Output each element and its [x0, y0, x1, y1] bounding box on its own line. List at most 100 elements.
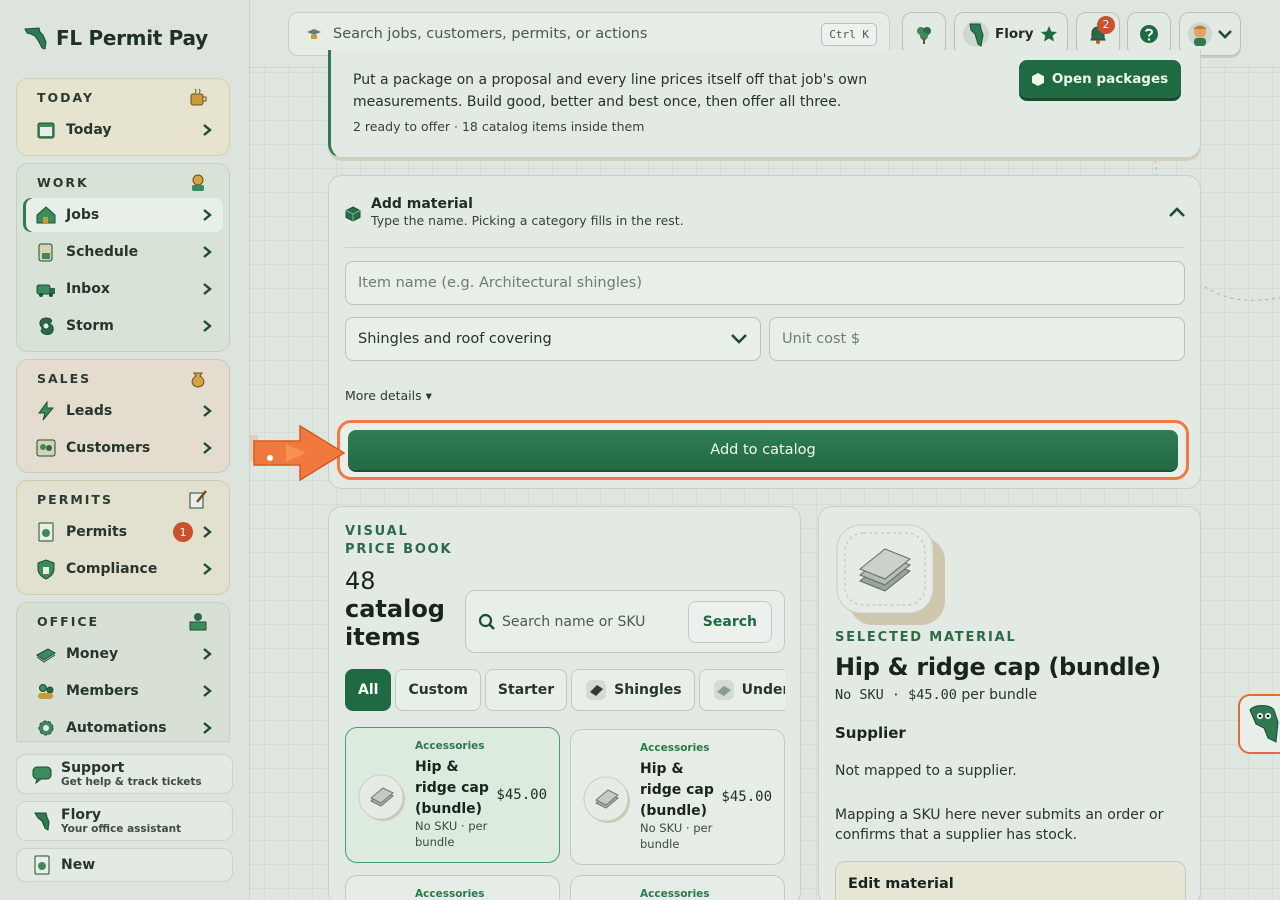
support-link[interactable]: Support Get help & track tickets: [16, 754, 233, 794]
category-select-value: Shingles and roof covering: [358, 331, 552, 347]
sidebar-item-compliance[interactable]: Compliance: [23, 552, 223, 586]
money-bag-icon: [191, 372, 205, 388]
chevron-right-icon: [203, 320, 212, 332]
group-title: PERMITS: [37, 491, 113, 507]
tutorial-pointer-arrow-icon: [250, 424, 346, 482]
catalog-search: Search: [465, 590, 785, 653]
edit-material-section[interactable]: Edit material: [835, 861, 1186, 900]
flory-mascot-icon: [963, 21, 989, 47]
supplier-status: Not mapped to a supplier.: [835, 763, 1017, 779]
sidebar-item-permits[interactable]: Permits 1: [23, 515, 223, 549]
sidebar-item-inbox[interactable]: Inbox: [23, 272, 223, 306]
chip-shingles[interactable]: Shingles: [571, 669, 695, 711]
tile-category: Accessories: [640, 888, 710, 900]
material-tile[interactable]: Accessories: [570, 875, 785, 900]
unit-cost-input[interactable]: [769, 317, 1185, 361]
chip-custom[interactable]: Custom: [395, 669, 481, 711]
sidebar: FL Permit Pay TODAY Today WORK Jobs Sche…: [0, 0, 250, 900]
sidebar-item-customers[interactable]: Customers: [23, 431, 223, 465]
sidebar-item-label: Jobs: [66, 207, 100, 223]
add-to-catalog-button[interactable]: Add to catalog: [348, 430, 1178, 470]
sidebar-item-storm[interactable]: Storm: [23, 309, 223, 343]
worker-icon: [192, 174, 204, 191]
floating-assistant-tab[interactable]: [1238, 694, 1280, 754]
supplier-note: Mapping a SKU here never submits an orde…: [835, 807, 1164, 843]
chip-all[interactable]: All: [345, 669, 392, 711]
global-search-input[interactable]: [333, 26, 822, 42]
sidebar-item-label: Money: [66, 646, 119, 662]
sidebar-item-automations[interactable]: Automations: [23, 711, 223, 741]
chevron-right-icon: [203, 685, 212, 697]
help-icon: [1140, 25, 1158, 43]
edit-material-heading: Edit material: [848, 876, 954, 892]
tile-meta: No SKU · per bundle: [415, 819, 488, 849]
catalog-count-number: 48: [345, 567, 376, 595]
chevron-right-icon: [203, 246, 212, 258]
permit-document-icon: [38, 522, 54, 542]
ridge-cap-thumbnail-icon: [358, 774, 405, 821]
nav-group-today: TODAY Today: [16, 78, 230, 156]
chevron-up-icon[interactable]: [1168, 206, 1186, 218]
catalog-search-button[interactable]: Search: [687, 600, 772, 643]
shingles-icon: [586, 680, 607, 700]
sidebar-item-members[interactable]: Members: [23, 674, 223, 708]
selected-material-label: SELECTED MATERIAL: [835, 630, 1017, 645]
avatar: [1188, 22, 1212, 46]
sidebar-item-leads[interactable]: Leads: [23, 394, 223, 428]
category-select[interactable]: Shingles and roof covering: [345, 317, 761, 361]
flory-title: Flory: [61, 806, 102, 823]
notifications-badge: 2: [1097, 16, 1115, 34]
coffee-icon: [190, 88, 207, 106]
new-button[interactable]: New: [16, 848, 233, 882]
material-tile[interactable]: Accessories Hip & ridge cap (bundle) $45…: [345, 727, 560, 863]
sidebar-item-schedule[interactable]: Schedule: [23, 235, 223, 269]
flory-subtitle: Your office assistant: [61, 822, 182, 835]
category-filter-chips: AllCustomStarter Shingles Underl: [345, 669, 785, 713]
pen-paper-icon: [189, 490, 207, 509]
catalog-count-label: catalog items: [345, 595, 445, 651]
new-title: New: [61, 856, 96, 873]
material-tile[interactable]: Accessories: [345, 875, 560, 900]
item-name-input[interactable]: [345, 261, 1185, 305]
material-tile[interactable]: Accessories Hip & ridge cap (bundle) $45…: [570, 729, 785, 865]
group-title: WORK: [37, 174, 89, 190]
sidebar-item-label: Leads: [66, 403, 113, 419]
more-details-toggle[interactable]: More details ▾: [345, 388, 432, 403]
permits-count-badge: 1: [173, 522, 193, 542]
unit: per bundle: [961, 687, 1038, 703]
shortcut-hint: Ctrl K: [821, 22, 877, 46]
flory-mascot-icon: [34, 812, 50, 831]
sidebar-item-label: Today: [66, 122, 112, 138]
nav-group-office: OFFICE Money Members Automations: [16, 602, 230, 742]
chevron-right-icon: [203, 526, 212, 538]
chip-starter[interactable]: Starter: [484, 669, 568, 711]
flory-assistant-link[interactable]: Flory Your office assistant: [16, 801, 233, 841]
catalog-search-input[interactable]: [502, 613, 688, 630]
tile-meta: No SKU · per bundle: [640, 821, 713, 851]
florida-logo-icon: [24, 27, 47, 50]
house-icon: [36, 206, 56, 224]
hurricane-icon: [39, 317, 54, 335]
chevron-right-icon: [203, 283, 212, 295]
chevron-right-icon: [203, 124, 212, 136]
chevron-right-icon: [203, 648, 212, 660]
assistant-name: Flory: [995, 26, 1034, 42]
open-packages-button[interactable]: Open packages: [1019, 60, 1181, 98]
search-icon: [307, 29, 321, 39]
sidebar-item-jobs[interactable]: Jobs: [23, 198, 223, 232]
sidebar-item-money[interactable]: Money: [23, 637, 223, 671]
people-icon: [36, 439, 56, 457]
new-document-icon: [34, 855, 50, 875]
office-worker-icon: [189, 613, 207, 631]
chip-underlayment[interactable]: Underl: [698, 669, 785, 711]
sku-price: No SKU · $45.00: [835, 687, 957, 703]
brand[interactable]: FL Permit Pay: [22, 24, 208, 52]
tile-price: $45.00: [496, 787, 547, 803]
search-icon: [478, 613, 495, 630]
add-material-card: Add material Type the name. Picking a ca…: [328, 175, 1201, 489]
add-to-catalog-highlight: Add to catalog: [337, 420, 1189, 480]
underlayment-icon: [713, 680, 734, 700]
add-material-subtitle: Type the name. Picking a category fills …: [371, 213, 684, 228]
hexagon-icon: [1031, 72, 1044, 86]
sidebar-item-today[interactable]: Today: [23, 113, 223, 147]
